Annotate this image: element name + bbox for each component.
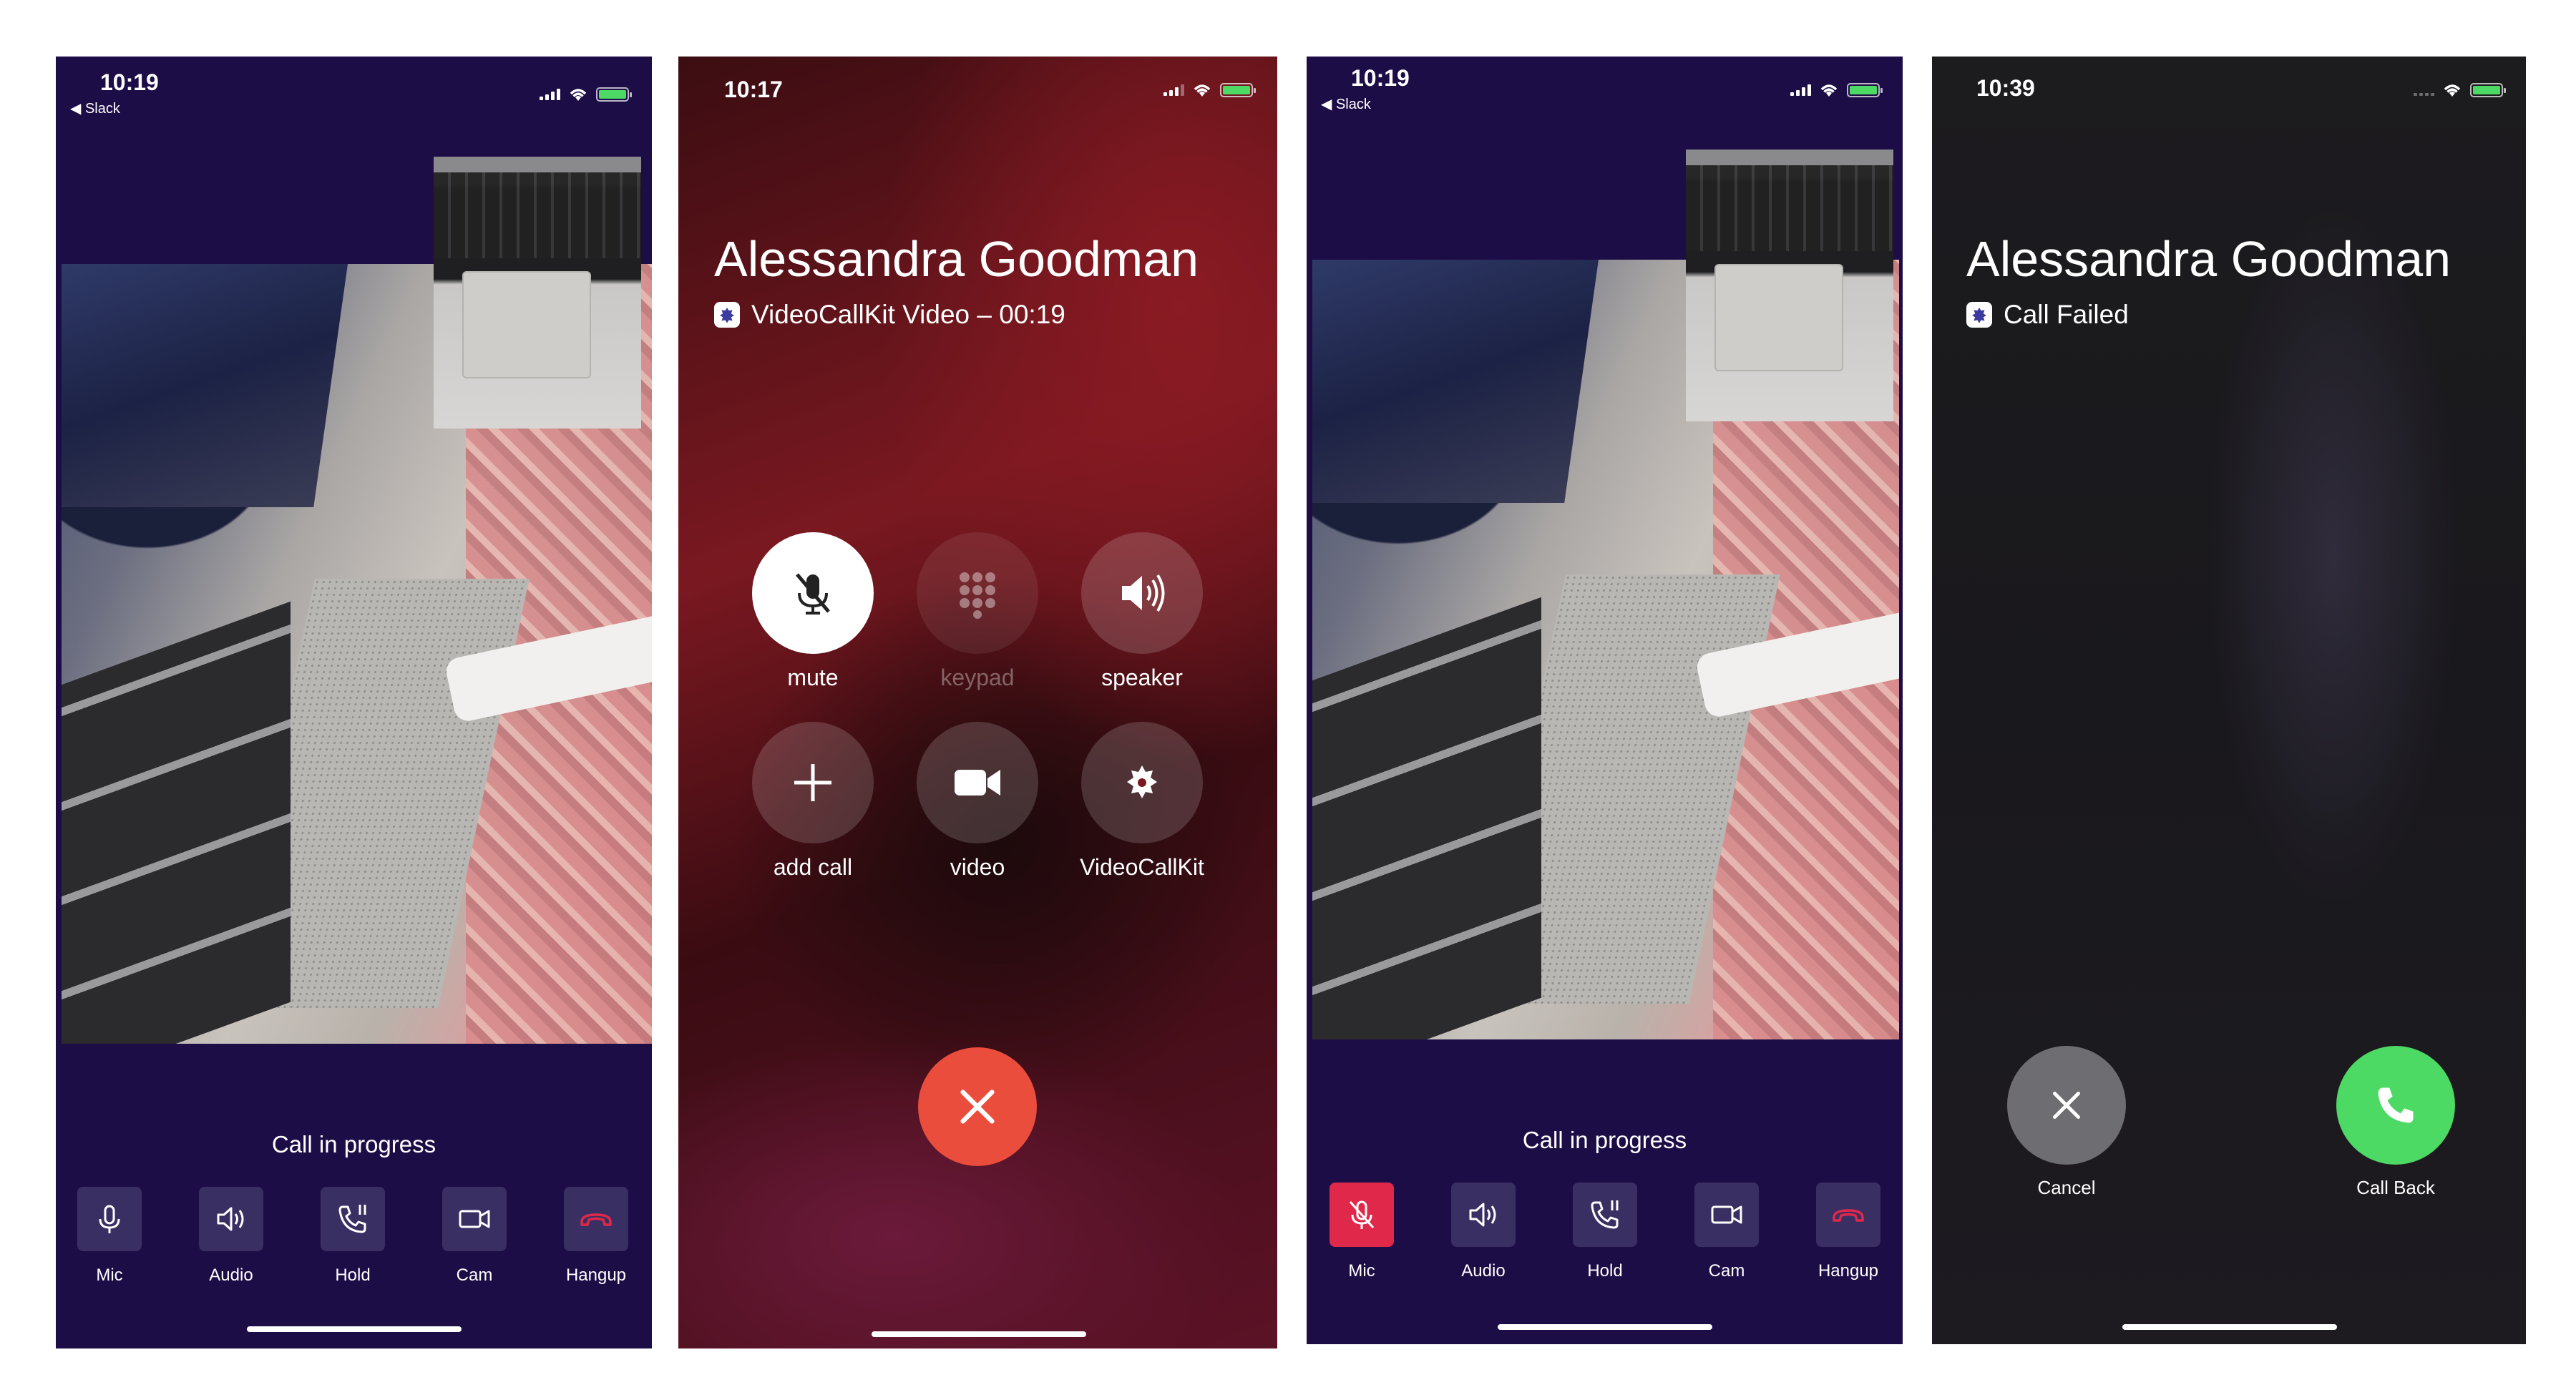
audio-button[interactable]: Audio — [1451, 1183, 1516, 1281]
hold-label: Hold — [335, 1266, 371, 1285]
speaker-icon — [1469, 1203, 1496, 1227]
mic-off-icon — [1349, 1200, 1375, 1229]
status-time: 10:17 — [724, 77, 783, 102]
ios-call-failed-screen: 10:39 Alessandra Goodman Call Failed Can… — [1932, 57, 2526, 1344]
status-time: 10:39 — [1976, 75, 2035, 101]
wifi-icon — [570, 89, 587, 101]
home-indicator[interactable] — [2122, 1324, 2337, 1330]
phone-pause-icon — [338, 1205, 366, 1233]
hangup-icon — [1833, 1209, 1864, 1222]
ios-callkit-screen: 10:17 Alessandra Goodman VideoCallKit Vi… — [678, 57, 1277, 1348]
status-icons — [1163, 82, 1256, 98]
hangup-label: Hangup — [1818, 1261, 1879, 1281]
call-subtitle-text: VideoCallKit Video – 00:19 — [751, 300, 1065, 329]
audio-button[interactable]: Audio — [199, 1187, 263, 1286]
hold-label: Hold — [1587, 1261, 1623, 1281]
speaker-label: speaker — [1101, 665, 1183, 690]
videocallkit-app-button[interactable] — [1081, 722, 1203, 843]
plus-icon — [794, 764, 831, 801]
app-icon — [1966, 302, 1992, 328]
status-time: 10:19 — [100, 69, 159, 95]
keypad-label: keypad — [940, 665, 1015, 690]
hangup-button[interactable]: Hangup — [564, 1187, 628, 1286]
end-call-button[interactable] — [918, 1047, 1037, 1166]
mute-label: mute — [787, 665, 839, 690]
app-icon — [714, 302, 740, 328]
speaker-icon — [217, 1207, 244, 1231]
caller-name: Alessandra Goodman — [714, 231, 1199, 287]
camera-icon — [1711, 1205, 1742, 1224]
local-video-preview[interactable] — [1686, 150, 1893, 421]
slack-call-screen-1: 10:19 ◀ Slack Call in progress Mic Audio… — [56, 57, 652, 1348]
battery-icon — [1847, 83, 1883, 97]
signal-icon — [540, 89, 560, 100]
call-status-text: Call in progress — [271, 1131, 436, 1157]
hangup-button[interactable]: Hangup — [1816, 1183, 1880, 1281]
hangup-icon — [580, 1213, 612, 1226]
call-status-text: Call in progress — [1522, 1127, 1687, 1153]
cam-button[interactable]: Cam — [442, 1187, 507, 1286]
home-indicator[interactable] — [247, 1326, 462, 1332]
cancel-button[interactable] — [2007, 1046, 2126, 1165]
audio-label: Audio — [1461, 1261, 1506, 1281]
keypad-button[interactable] — [917, 532, 1038, 654]
call-failed-text: Call Failed — [2004, 300, 2129, 329]
speaker-button[interactable] — [1081, 532, 1203, 654]
home-indicator[interactable] — [872, 1331, 1086, 1337]
hold-button[interactable]: Hold — [1573, 1183, 1637, 1281]
wifi-icon — [1820, 84, 1838, 97]
phone-pause-icon — [1591, 1200, 1619, 1229]
app-icon — [1127, 765, 1157, 798]
mic-label: Mic — [96, 1266, 123, 1285]
mic-button[interactable]: Mic — [1330, 1183, 1394, 1281]
video-label: video — [950, 854, 1005, 880]
signal-icon — [2414, 84, 2434, 96]
signal-icon — [1790, 84, 1811, 96]
mic-icon — [99, 1205, 120, 1233]
battery-icon — [596, 87, 632, 102]
battery-icon — [2470, 83, 2506, 97]
call-subtitle: Call Failed — [1966, 300, 2129, 330]
status-icons — [1790, 82, 1883, 98]
mic-label: Mic — [1348, 1261, 1375, 1281]
phone-icon — [2378, 1087, 2414, 1123]
status-icons — [540, 87, 632, 102]
hangup-label: Hangup — [565, 1266, 627, 1285]
mic-off-icon — [796, 573, 830, 615]
close-icon — [960, 1090, 995, 1124]
slack-call-screen-2: 10:19 ◀ Slack Call in progress Mic Audio… — [1307, 57, 1903, 1344]
back-to-slack-link[interactable]: ◀ Slack — [70, 99, 120, 117]
home-indicator[interactable] — [1498, 1324, 1712, 1330]
videocallkit-label: VideoCallKit — [1080, 854, 1204, 880]
call-back-label: Call Back — [2356, 1177, 2435, 1198]
wifi-icon — [1194, 84, 1211, 97]
cam-label: Cam — [456, 1266, 493, 1285]
camera-icon — [459, 1210, 490, 1228]
audio-label: Audio — [209, 1266, 253, 1285]
status-time: 10:19 — [1351, 65, 1410, 91]
signal-icon — [1163, 84, 1184, 96]
keypad-icon — [960, 572, 995, 619]
status-icons — [2414, 82, 2506, 98]
caller-name: Alessandra Goodman — [1966, 231, 2451, 287]
wifi-icon — [2444, 84, 2461, 97]
speaker-icon — [1122, 574, 1165, 612]
cancel-label: Cancel — [2037, 1177, 2096, 1198]
call-back-button[interactable] — [2336, 1046, 2455, 1165]
call-subtitle: VideoCallKit Video – 00:19 — [714, 300, 1065, 330]
battery-icon — [1220, 83, 1256, 97]
back-to-slack-link[interactable]: ◀ Slack — [1321, 95, 1371, 113]
video-button[interactable] — [917, 722, 1038, 843]
video-icon — [955, 770, 1000, 796]
mic-button[interactable]: Mic — [77, 1187, 142, 1286]
cam-button[interactable]: Cam — [1694, 1183, 1759, 1281]
close-icon — [2053, 1092, 2080, 1119]
add-call-label: add call — [773, 854, 853, 880]
mute-button[interactable] — [752, 532, 874, 654]
hold-button[interactable]: Hold — [321, 1187, 385, 1286]
cam-label: Cam — [1708, 1261, 1745, 1281]
add-call-button[interactable] — [752, 722, 874, 843]
local-video-preview[interactable] — [434, 157, 641, 429]
